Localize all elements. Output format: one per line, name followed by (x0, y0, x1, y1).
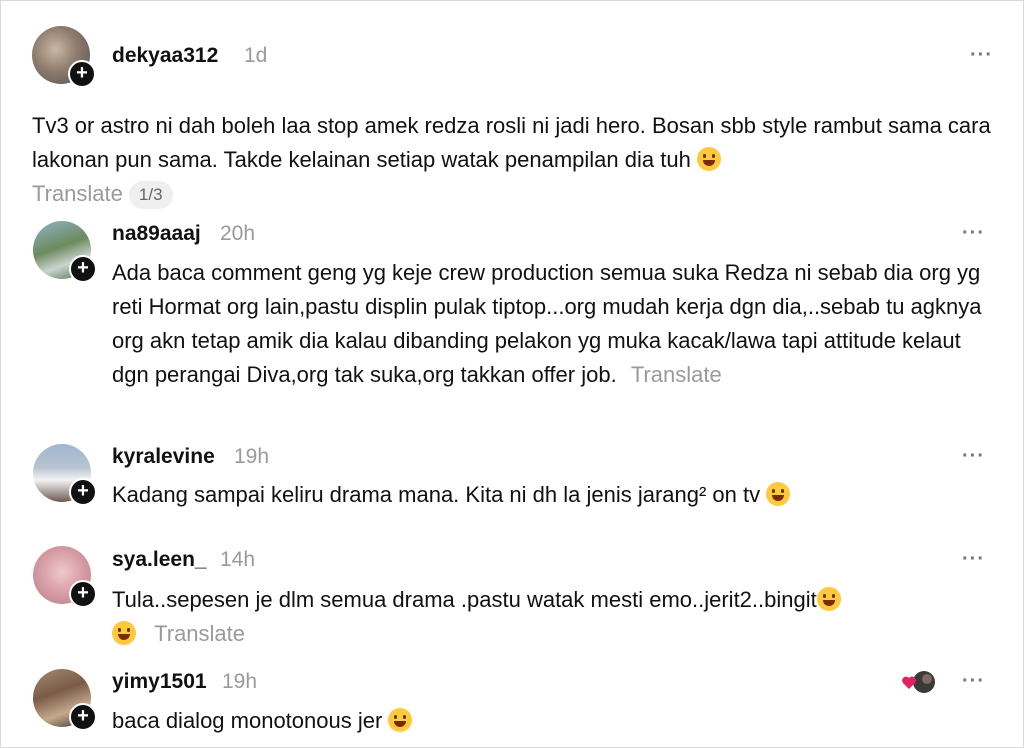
more-options-icon[interactable]: ··· (962, 670, 985, 693)
comment-text: Tula..sepesen je dlm semua drama .pastu … (112, 583, 992, 617)
translate-link[interactable]: Translate (631, 362, 722, 387)
reaction-indicator[interactable] (900, 668, 940, 696)
username[interactable]: dekyaa312 (112, 44, 218, 68)
timestamp: 19h (234, 445, 270, 468)
comment-text: baca dialog monotonous jer (112, 704, 992, 738)
translate-link[interactable]: Translate (32, 181, 123, 206)
comment-text: Tv3 or astro ni dah boleh laa stop amek … (32, 113, 991, 172)
username[interactable]: na89aaaj (112, 222, 201, 246)
username[interactable]: kyralevine (112, 445, 215, 469)
follow-plus-icon[interactable]: + (69, 703, 97, 731)
timestamp: 20h (220, 222, 256, 245)
comment-text-continuation: Translate (112, 617, 245, 651)
more-options-icon[interactable]: ··· (962, 445, 985, 468)
more-options-icon[interactable]: ··· (962, 548, 985, 571)
laughing-emoji-icon (816, 587, 841, 611)
laughing-emoji-icon (766, 482, 791, 506)
heart-reaction-icon (902, 671, 935, 693)
translation-counter: 1/3 (128, 181, 173, 210)
username[interactable]: yimy1501 (112, 670, 207, 694)
timestamp: 1d (244, 44, 268, 67)
avatar[interactable]: + (33, 546, 97, 608)
follow-plus-icon[interactable]: + (69, 580, 97, 608)
more-options-icon[interactable]: ··· (962, 222, 985, 245)
crying-face-emoji-icon (696, 147, 721, 171)
laughing-emoji-icon (112, 621, 136, 645)
avatar[interactable]: + (33, 444, 97, 506)
avatar[interactable]: + (33, 669, 97, 731)
timestamp: 14h (220, 548, 256, 571)
follow-plus-icon[interactable]: + (68, 60, 96, 88)
comment-text: Ada baca comment geng yg keje crew produ… (112, 260, 982, 387)
more-options-icon[interactable]: ··· (970, 44, 993, 67)
follow-plus-icon[interactable]: + (69, 255, 97, 283)
translate-row: Translate 1/3 (32, 177, 173, 211)
comment-text: Kadang sampai keliru drama mana. Kita ni… (112, 478, 992, 512)
username[interactable]: sya.leen_ (112, 548, 207, 572)
translate-link[interactable]: Translate (154, 621, 245, 646)
avatar[interactable]: + (32, 26, 96, 88)
follow-plus-icon[interactable]: + (69, 478, 97, 506)
avatar[interactable]: + (33, 221, 97, 283)
grinning-emoji-icon (388, 708, 413, 732)
timestamp: 19h (222, 670, 258, 693)
